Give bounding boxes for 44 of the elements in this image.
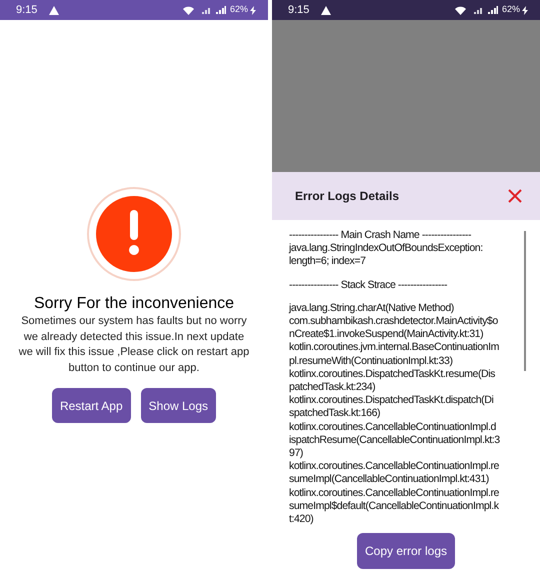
battery-level: 62% <box>230 3 248 16</box>
log-line: length=6; index=7 <box>289 255 366 269</box>
signal-icon <box>202 6 212 14</box>
wifi-icon <box>182 6 194 14</box>
log-line: sumeImpl$default(CancellableContinuationImpl.k <box>289 500 499 514</box>
log-line: 97) <box>289 447 303 460</box>
log-line: kotlinx.coroutines.DispatchedTaskKt.resume(Dis <box>289 368 495 382</box>
log-line: ---------------- Stack Strace ---------------- <box>289 278 448 292</box>
clock-time: 9:15 <box>16 2 38 18</box>
log-line: kotlinx.coroutines.DispatchedTaskKt.dispatch(Di <box>289 394 494 408</box>
log-line: kotlinx.coroutines.CancellableContinuationImpl.re <box>289 486 499 500</box>
log-line: t:420) <box>289 513 314 526</box>
wifi-icon <box>454 6 466 14</box>
copy-logs-button[interactable]: Copy error logs <box>356 533 456 569</box>
log-line: spatchedTask.kt:166) <box>289 407 380 421</box>
signal-icon <box>216 6 226 14</box>
clock-time: 9:15 <box>288 2 310 18</box>
action-button[interactable]: Show Logs <box>140 388 216 423</box>
charging-icon <box>522 6 528 14</box>
log-line: kotlinx.coroutines.CancellableContinuationImpl.d <box>289 420 496 434</box>
action-button[interactable]: Restart App <box>52 388 131 423</box>
warning-icon <box>321 6 332 14</box>
log-line: java.lang.String.charAt(Native Method) <box>289 302 454 316</box>
warning-icon <box>49 6 60 14</box>
log-line: ispatchResume(CancellableContinuationImpl.kt:3 <box>289 434 500 448</box>
signal-icon <box>488 6 498 14</box>
log-line: pl.resumeWith(ContinuationImpl.kt:33) <box>289 354 453 368</box>
log-line: com.subhambikash.crashdetector.MainActivity$o <box>289 315 498 328</box>
charging-icon <box>250 6 256 14</box>
log-line: ---------------- Main Crash Name ---------------- <box>289 229 472 242</box>
log-line: sumeImpl(CancellableContinuationImpl.kt:431) <box>289 473 489 487</box>
scrollbar[interactable] <box>524 231 526 371</box>
log-line: nCreate$1.invokeSuspend(MainActivity.kt:31) <box>289 328 484 342</box>
log-line: java.lang.StringIndexOutOfBoundsException: <box>289 242 483 256</box>
log-line: patchedTask.kt:234) <box>289 381 376 394</box>
signal-icon <box>474 6 484 14</box>
error-title: Sorry For the inconvenience <box>34 294 234 314</box>
error-icon <box>86 186 182 282</box>
battery-level: 62% <box>502 3 520 16</box>
close-icon[interactable] <box>508 189 522 203</box>
error-message: Sometimes our system has faults but no worry we already detected this issue.In next update we will fix this issue ,Please click on restart app button to continue our app. <box>18 314 250 376</box>
log-line: kotlin.coroutines.jvm.internal.BaseContinuationIm <box>289 341 499 355</box>
log-line: kotlinx.coroutines.CancellableContinuationImpl.re <box>289 460 499 474</box>
sheet-title: Error Logs Details <box>295 188 400 205</box>
